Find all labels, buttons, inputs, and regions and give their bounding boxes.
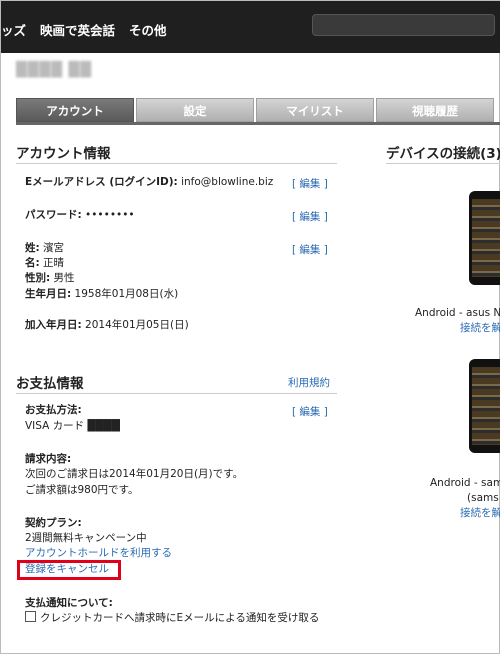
plan-label: 契約プラン: <box>25 517 82 529</box>
billing-label: 請求内容: <box>25 453 72 465</box>
email-label: Eメールアドレス (ログインID): <box>25 176 178 188</box>
password-label: パスワード: <box>25 209 82 221</box>
account-hold-link[interactable]: アカウントホールドを利用する <box>25 546 172 561</box>
joined-label: 加入年月日: <box>25 319 82 331</box>
edit-password-button[interactable]: [ 編集 ] <box>292 209 328 224</box>
birthday-label: 生年月日: <box>25 288 72 300</box>
gender-label: 性別: <box>25 272 51 284</box>
device-name: Android - asus Ne <box>415 307 500 319</box>
payment-method-label: お支払方法: <box>25 404 82 416</box>
joined-value: 2014年01月05日(日) <box>85 319 189 331</box>
payment-method-value: VISA カード ████ <box>25 420 120 432</box>
tab-settings[interactable]: 設定 <box>136 98 254 122</box>
cancel-highlight-box <box>17 560 121 580</box>
email-row: Eメールアドレス (ログインID): info@blowline.biz <box>25 175 273 190</box>
payment-divider <box>16 393 337 394</box>
last-name-label: 姓: <box>25 242 40 254</box>
edit-profile-button[interactable]: [ 編集 ] <box>292 242 328 257</box>
plan-value: 2週間無料キャンペーン中 <box>25 532 147 544</box>
topnav-item-kids[interactable]: ッズ <box>1 23 26 38</box>
notice-checkbox[interactable] <box>25 611 36 622</box>
gender-value: 男性 <box>53 272 75 284</box>
first-name-row: 名: 正晴 <box>25 256 64 271</box>
birthday-value: 1958年01月08日(水) <box>74 288 179 300</box>
account-heading: アカウント情報 <box>16 146 111 162</box>
tab-mylist[interactable]: マイリスト <box>256 98 374 122</box>
password-value: •••••••• <box>85 209 135 221</box>
password-row: パスワード: •••••••• <box>25 208 135 223</box>
device-phone-image <box>469 191 500 285</box>
devices-divider <box>386 163 500 164</box>
email-value: info@blowline.biz <box>181 176 274 188</box>
topnav-item-other[interactable]: その他 <box>129 23 167 38</box>
last-name-row: 姓: 濱宮 <box>25 241 64 256</box>
first-name-value: 正晴 <box>43 257 65 269</box>
billing-line1: 次回のご請求日は2014年01月20日(月)です。 <box>25 468 244 480</box>
billing-line2: ご請求額は980円です。 <box>25 484 139 496</box>
birthday-row: 生年月日: 1958年01月08日(水) <box>25 287 178 302</box>
top-nav: ッズ 映画で英会話 その他 <box>1 20 181 39</box>
device-phone-image <box>469 359 500 453</box>
edit-payment-button[interactable]: [ 編集 ] <box>292 404 328 419</box>
tab-history[interactable]: 視聴履歴 <box>376 98 494 122</box>
search-input[interactable] <box>312 14 495 36</box>
device-disconnect-link[interactable]: 接続を解 <box>460 506 500 521</box>
last-name-value: 濱宮 <box>43 242 65 254</box>
top-bar: ッズ 映画で英会話 その他 <box>1 1 500 53</box>
devices-heading: デバイスの接続(3) <box>386 146 500 162</box>
account-divider <box>16 163 337 164</box>
joined-row: 加入年月日: 2014年01月05日(日) <box>25 318 189 333</box>
device-disconnect-link[interactable]: 接続を解 <box>460 321 500 336</box>
first-name-label: 名: <box>25 257 40 269</box>
notice-checkbox-row[interactable]: クレジットカードへ請求時にEメールによる通知を受け取る <box>25 611 319 626</box>
payment-heading: お支払情報 <box>16 376 84 392</box>
user-name: ████ ██ <box>16 62 93 78</box>
gender-row: 性別: 男性 <box>25 271 75 286</box>
account-tabs: アカウント 設定 マイリスト 視聴履歴 <box>16 98 500 122</box>
terms-link[interactable]: 利用規約 <box>288 375 330 390</box>
notice-label: 支払通知について: <box>25 597 113 609</box>
tab-underline <box>16 122 500 125</box>
edit-email-button[interactable]: [ 編集 ] <box>292 176 328 191</box>
topnav-item-movie-english[interactable]: 映画で英会話 <box>40 23 115 38</box>
notice-checkbox-label: クレジットカードへ請求時にEメールによる通知を受け取る <box>40 612 320 624</box>
device-subname: (sams <box>467 492 499 504</box>
tab-account[interactable]: アカウント <box>16 98 134 122</box>
device-name: Android - sam <box>430 477 500 489</box>
